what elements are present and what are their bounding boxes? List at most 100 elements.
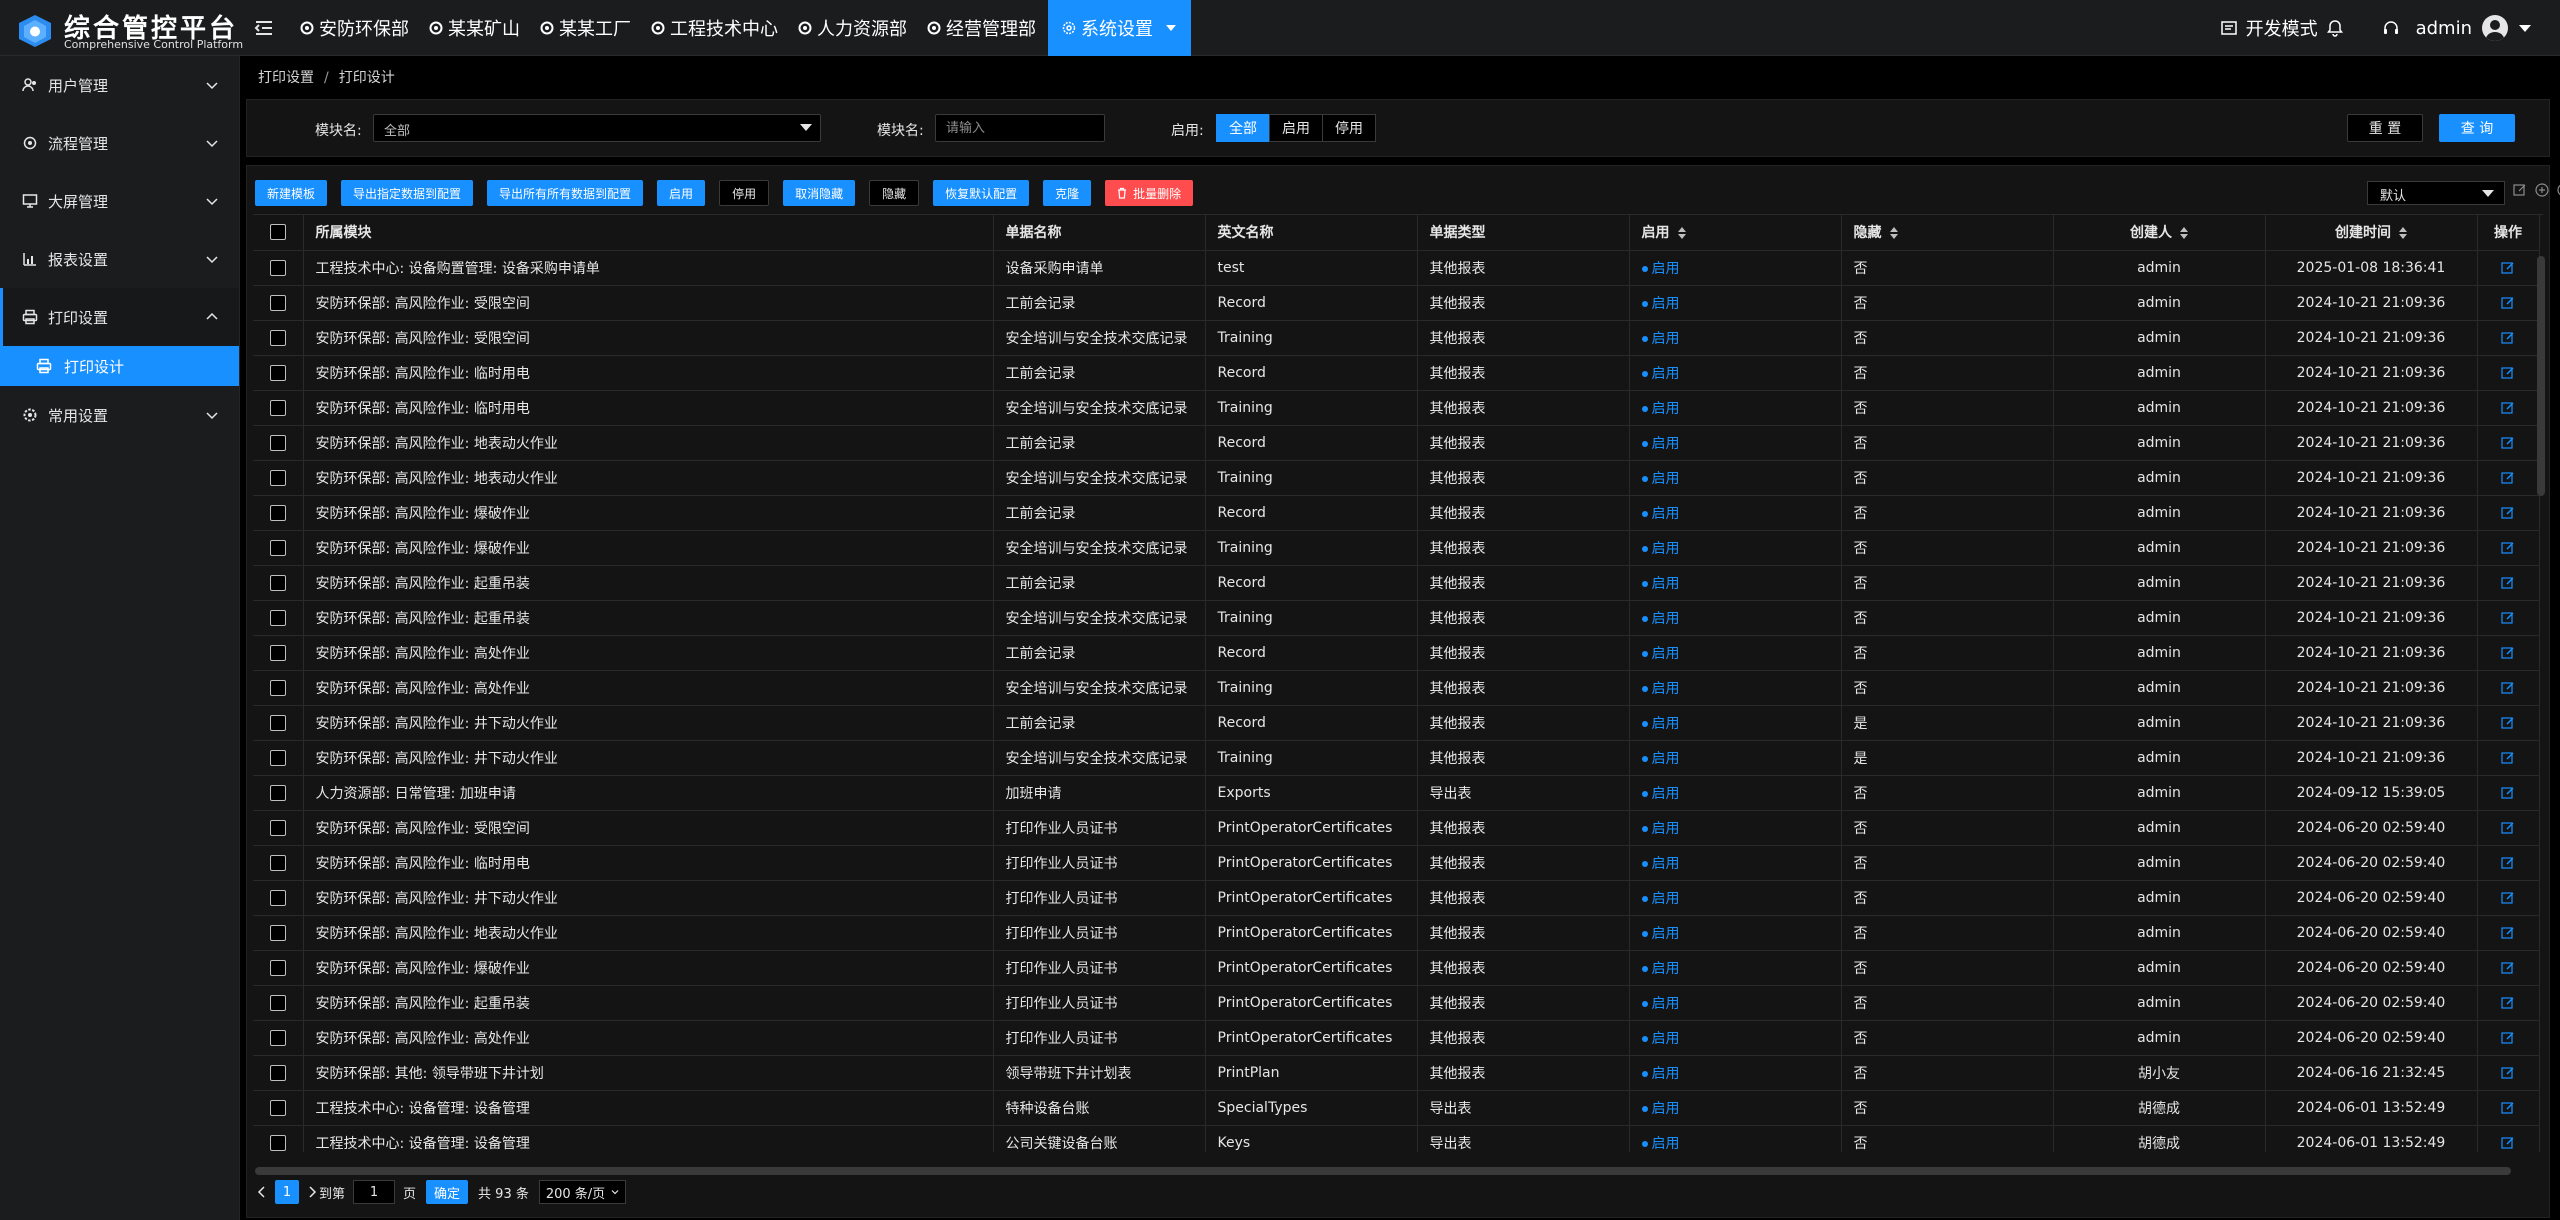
table-row[interactable]: 工程技术中心: 设备管理: 设备管理 公司关键设备台账 Keys 导出表 启用 否胡德成 2… bbox=[253, 1125, 2540, 1152]
edit-icon[interactable] bbox=[2501, 926, 2515, 940]
module-select[interactable]: 全部 bbox=[373, 114, 821, 142]
table-row[interactable]: 安防环保部: 高风险作业: 受限空间 打印作业人员证书 PrintOperatorC… bbox=[253, 810, 2540, 846]
sidebar-item-print[interactable]: 打印设置 bbox=[0, 288, 239, 346]
edit-icon[interactable] bbox=[2501, 296, 2515, 310]
row-checkbox[interactable] bbox=[269, 644, 286, 661]
dev-mode-toggle[interactable]: 开发模式 bbox=[2246, 15, 2318, 41]
bell-icon[interactable] bbox=[2326, 19, 2344, 37]
table-row[interactable]: 安防环保部: 高风险作业: 临时用电 工前会记录 Record 其他报表 启用 否 admi… bbox=[253, 355, 2540, 391]
row-checkbox[interactable] bbox=[269, 784, 286, 801]
edit-icon[interactable] bbox=[2501, 1136, 2515, 1150]
table-row[interactable]: 安防环保部: 高风险作业: 起重吊装 工前会记录 Record 其他报表 启用 否 admi… bbox=[253, 565, 2540, 601]
table-row[interactable]: 工程技术中心: 设备购置管理: 设备采购申请单 设备采购申请单 test 其他报表 启用… bbox=[253, 250, 2540, 286]
breadcrumb-item[interactable]: 打印设置 bbox=[258, 70, 314, 86]
edit-icon[interactable] bbox=[2501, 366, 2515, 380]
col-creator[interactable]: 创建人 bbox=[2053, 215, 2266, 251]
enable-option-on[interactable]: 启用 bbox=[1269, 114, 1323, 142]
row-checkbox[interactable] bbox=[269, 714, 286, 731]
edit-icon[interactable] bbox=[2501, 821, 2515, 835]
row-checkbox[interactable] bbox=[269, 399, 286, 416]
table-row[interactable]: 安防环保部: 其他: 领导带班下井计划 领导带班下井计划表 PrintPlan 其他报… bbox=[253, 1055, 2540, 1091]
row-checkbox[interactable] bbox=[269, 749, 286, 766]
edit-icon[interactable] bbox=[2501, 436, 2515, 450]
enable-option-all[interactable]: 全部 bbox=[1216, 114, 1270, 142]
unhide-button[interactable]: 取消隐藏 bbox=[783, 180, 856, 206]
row-checkbox[interactable] bbox=[269, 679, 286, 696]
col-enabled[interactable]: 启用 bbox=[1629, 215, 1842, 251]
page-size-select[interactable]: 200 条/页 bbox=[538, 1180, 627, 1204]
edit-icon[interactable] bbox=[2501, 576, 2515, 590]
nav-item-operations[interactable]: 经营管理部 bbox=[919, 0, 1044, 56]
hide-button[interactable]: 隐藏 bbox=[869, 180, 920, 206]
prev-page-icon[interactable] bbox=[257, 1185, 267, 1199]
sidebar-item-users[interactable]: 用户管理 bbox=[0, 56, 239, 114]
edit-icon[interactable] bbox=[2501, 506, 2515, 520]
goto-page-input[interactable]: 1 bbox=[353, 1180, 396, 1204]
export-all-button[interactable]: 导出所有所有数据到配置 bbox=[487, 180, 644, 206]
table-row[interactable]: 安防环保部: 高风险作业: 井下动火作业 工前会记录 Record 其他报表 启用 是 ad… bbox=[253, 705, 2540, 741]
row-checkbox[interactable] bbox=[269, 434, 286, 451]
edit-icon[interactable] bbox=[2501, 1101, 2515, 1115]
avatar[interactable] bbox=[2482, 15, 2508, 41]
nav-item-safety[interactable]: 安防环保部 bbox=[292, 0, 417, 56]
row-checkbox[interactable] bbox=[269, 1099, 286, 1116]
sidebar-item-flow[interactable]: 流程管理 bbox=[0, 114, 239, 172]
sort-icon[interactable] bbox=[2399, 227, 2407, 240]
edit-icon[interactable] bbox=[2501, 786, 2515, 800]
edit-icon[interactable] bbox=[2501, 471, 2515, 485]
row-checkbox[interactable] bbox=[269, 1029, 286, 1046]
table-row[interactable]: 安防环保部: 高风险作业: 高处作业 打印作业人员证书 PrintOperatorC… bbox=[253, 1020, 2540, 1056]
row-checkbox[interactable] bbox=[269, 294, 286, 311]
goto-confirm-button[interactable]: 确定 bbox=[426, 1180, 469, 1204]
sort-icon[interactable] bbox=[2180, 227, 2188, 240]
edit-icon[interactable] bbox=[2501, 646, 2515, 660]
nav-item-factory[interactable]: 某某工厂 bbox=[532, 0, 639, 56]
table-row[interactable]: 安防环保部: 高风险作业: 地表动火作业 打印作业人员证书 PrintOperato… bbox=[253, 915, 2540, 951]
menu-collapse-icon[interactable] bbox=[252, 16, 276, 40]
horizontal-scrollbar[interactable] bbox=[255, 1167, 2511, 1175]
table-row[interactable]: 安防环保部: 高风险作业: 临时用电 打印作业人员证书 PrintOperatorC… bbox=[253, 845, 2540, 881]
row-checkbox[interactable] bbox=[269, 959, 286, 976]
sidebar-item-common[interactable]: 常用设置 bbox=[0, 386, 239, 444]
table-row[interactable]: 安防环保部: 高风险作业: 临时用电 安全培训与安全技术交底记录 Training 其… bbox=[253, 390, 2540, 426]
row-checkbox[interactable] bbox=[269, 609, 286, 626]
table-row[interactable]: 安防环保部: 高风险作业: 高处作业 工前会记录 Record 其他报表 启用 否 admi… bbox=[253, 635, 2540, 671]
row-checkbox[interactable] bbox=[269, 539, 286, 556]
row-checkbox[interactable] bbox=[269, 574, 286, 591]
clone-button[interactable]: 克隆 bbox=[1043, 180, 1092, 206]
row-checkbox[interactable] bbox=[269, 259, 286, 276]
batch-delete-button[interactable]: 批量删除 bbox=[1105, 180, 1194, 206]
edit-icon[interactable] bbox=[2501, 1066, 2515, 1080]
sidebar-item-report[interactable]: 报表设置 bbox=[0, 230, 239, 288]
table-row[interactable]: 安防环保部: 高风险作业: 井下动火作业 安全培训与安全技术交底记录 Trainin… bbox=[253, 740, 2540, 776]
col-created-time[interactable]: 创建时间 bbox=[2265, 215, 2478, 251]
edit-icon[interactable] bbox=[2501, 331, 2515, 345]
disable-button[interactable]: 停用 bbox=[719, 180, 770, 206]
table-row[interactable]: 安防环保部: 高风险作业: 受限空间 安全培训与安全技术交底记录 Training 其… bbox=[253, 320, 2540, 356]
edit-icon[interactable] bbox=[2501, 611, 2515, 625]
table-row[interactable]: 工程技术中心: 设备管理: 设备管理 特种设备台账 SpecialTypes 导出表启… bbox=[253, 1090, 2540, 1126]
table-row[interactable]: 安防环保部: 高风险作业: 井下动火作业 打印作业人员证书 PrintOperato… bbox=[253, 880, 2540, 916]
sidebar-subitem-print-design[interactable]: 打印设计 bbox=[0, 346, 239, 386]
table-row[interactable]: 安防环保部: 高风险作业: 高处作业 安全培训与安全技术交底记录 Training 其… bbox=[253, 670, 2540, 706]
table-row[interactable]: 安防环保部: 高风险作业: 地表动火作业 工前会记录 Record 其他报表 启用 否 ad… bbox=[253, 425, 2540, 461]
edit-icon[interactable] bbox=[2501, 961, 2515, 975]
row-checkbox[interactable] bbox=[269, 819, 286, 836]
enable-option-off[interactable]: 停用 bbox=[1322, 114, 1376, 142]
table-row[interactable]: 安防环保部: 高风险作业: 爆破作业 打印作业人员证书 PrintOperatorC… bbox=[253, 950, 2540, 986]
table-row[interactable]: 安防环保部: 高风险作业: 地表动火作业 安全培训与安全技术交底记录 Trainin… bbox=[253, 460, 2540, 496]
headset-icon[interactable] bbox=[2382, 19, 2400, 37]
new-template-button[interactable]: 新建模板 bbox=[255, 180, 328, 206]
reset-button[interactable]: 重 置 bbox=[2347, 114, 2423, 142]
edit-icon[interactable] bbox=[2501, 716, 2515, 730]
row-checkbox[interactable] bbox=[269, 329, 286, 346]
row-checkbox[interactable] bbox=[269, 1064, 286, 1081]
edit-icon[interactable] bbox=[2501, 891, 2515, 905]
page-number-current[interactable]: 1 bbox=[275, 1180, 299, 1204]
next-page-icon[interactable] bbox=[307, 1185, 317, 1199]
vertical-scrollbar[interactable] bbox=[2537, 256, 2545, 496]
edit-icon[interactable] bbox=[2501, 751, 2515, 765]
row-checkbox[interactable] bbox=[269, 504, 286, 521]
edit-icon[interactable] bbox=[2501, 1031, 2515, 1045]
row-checkbox[interactable] bbox=[269, 994, 286, 1011]
